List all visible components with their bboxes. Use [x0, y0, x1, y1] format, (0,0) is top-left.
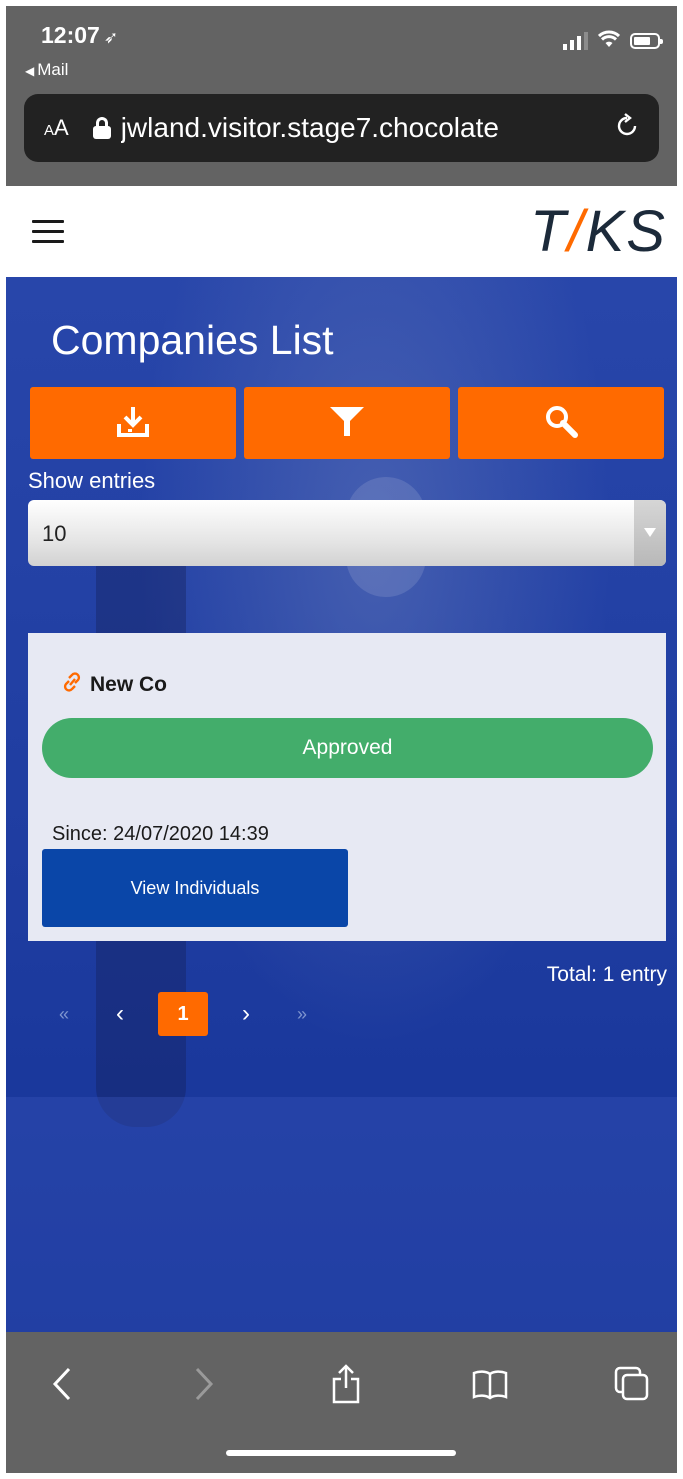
back-triangle-icon: ◀ [25, 64, 35, 78]
entries-select[interactable]: 10 [28, 500, 666, 566]
text-size-button[interactable]: AA [44, 115, 69, 141]
site-header: T/KS [6, 186, 677, 277]
cellular-signal-icon [563, 31, 588, 50]
prev-page-button[interactable]: ‹ [92, 1000, 148, 1028]
phone-screen: 12:07 ➶ ◀ Mail AA jwland.visitor.stage7.ch… [6, 6, 677, 1473]
search-icon [544, 404, 578, 443]
last-page-button[interactable]: » [274, 1004, 330, 1025]
entries-select-value: 10 [42, 521, 67, 546]
company-name: New Co [90, 672, 168, 696]
filter-icon [328, 404, 366, 443]
forward-icon[interactable] [182, 1362, 226, 1406]
total-count: Total: 1 entry [546, 963, 667, 986]
next-page-button[interactable]: › [218, 1000, 274, 1028]
wifi-icon [597, 30, 621, 51]
filter-button[interactable] [244, 387, 450, 459]
lock-icon [92, 117, 111, 139]
company-title[interactable]: New Co [60, 671, 167, 698]
current-page[interactable]: 1 [158, 992, 208, 1036]
chevron-down-icon [634, 500, 666, 566]
page-title: Companies List [51, 317, 334, 363]
view-individuals-button[interactable]: View Individuals [42, 849, 348, 927]
tiks-logo[interactable]: T/KS [530, 198, 667, 265]
battery-icon [630, 32, 663, 49]
reload-icon[interactable] [613, 112, 641, 145]
bookmarks-icon[interactable] [468, 1362, 512, 1406]
clock: 12:07 ➶ [41, 22, 118, 49]
back-icon[interactable] [40, 1362, 84, 1406]
main-content: Companies List Show entries 10 New Co Ap… [6, 277, 677, 1332]
since-date: Since: 24/07/2020 14:39 [52, 823, 269, 845]
tabs-icon[interactable] [610, 1362, 654, 1406]
status-bar: 12:07 ➶ ◀ Mail AA jwland.visitor.stage7.ch… [6, 6, 677, 186]
status-badge: Approved [42, 718, 653, 778]
search-button[interactable] [458, 387, 664, 459]
clock-time: 12:07 [41, 22, 100, 48]
first-page-button[interactable]: « [36, 1004, 92, 1025]
address-bar[interactable]: AA jwland.visitor.stage7.chocolate [24, 94, 659, 162]
text-size-small: A [44, 122, 55, 139]
status-icons [563, 30, 663, 51]
location-arrow-icon: ➶ [103, 28, 119, 47]
url-text[interactable]: jwland.visitor.stage7.chocolate [121, 112, 586, 144]
home-indicator [226, 1450, 456, 1456]
link-icon [60, 671, 84, 698]
menu-icon[interactable] [32, 220, 64, 244]
back-to-app[interactable]: ◀ Mail [25, 60, 68, 80]
show-entries-label: Show entries [28, 468, 156, 493]
pagination: « ‹ 1 › » [36, 992, 330, 1036]
download-icon [116, 404, 150, 443]
text-size-large: A [54, 115, 69, 140]
company-card: New Co Approved Since: 24/07/2020 14:39 … [28, 633, 666, 941]
back-app-label: Mail [37, 60, 69, 79]
action-bar [30, 387, 664, 459]
browser-toolbar [6, 1332, 677, 1473]
download-button[interactable] [30, 387, 236, 459]
share-icon[interactable] [324, 1362, 368, 1406]
